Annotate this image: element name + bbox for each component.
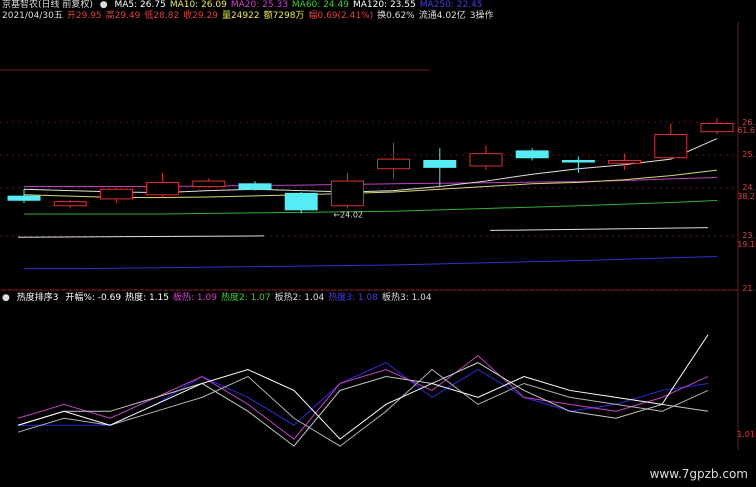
ma-label-2: MA20: 25.33 bbox=[230, 0, 288, 10]
info-field-7: 幅0.69(2.41%) bbox=[308, 11, 374, 21]
ma-label-1: MA10: 26.09 bbox=[169, 0, 227, 10]
candle-body bbox=[238, 183, 272, 190]
indicator-label-4: 板热2: 1.04 bbox=[274, 293, 325, 303]
board-heat-line bbox=[17, 355, 709, 440]
indicator-label-3: 热度2: 1.07 bbox=[220, 293, 271, 303]
info-field-1: 开29.95 bbox=[66, 11, 102, 21]
ma-label-4: MA120: 23.55 bbox=[352, 0, 416, 10]
candle-body bbox=[423, 160, 457, 168]
price-axis-label: 21. bbox=[742, 284, 755, 293]
indicator-line: ● 热度排序3 开幅%: -0.69 热度: 1.15 板热: 1.09 热度2: 1… bbox=[2, 293, 436, 304]
candle-body bbox=[377, 158, 411, 170]
kline-chart[interactable]: ←24.02 bbox=[0, 0, 756, 487]
heat-line bbox=[17, 334, 709, 440]
info-field-3: 低28.82 bbox=[144, 11, 180, 21]
indicator-name: 热度排序3 bbox=[16, 293, 59, 303]
price-axis-label: 19.1 bbox=[737, 240, 755, 249]
indicator-label-6: 板热3: 1.04 bbox=[381, 293, 432, 303]
indicator-settings-icon[interactable]: ● bbox=[2, 293, 10, 303]
candle-body bbox=[608, 160, 642, 164]
info-field-4: 收29.29 bbox=[183, 11, 218, 21]
indicator-label-5: 热度3: 1.08 bbox=[328, 293, 378, 303]
indicator-label-0: 开幅%: -0.69 bbox=[65, 293, 122, 303]
ma-label-3: MA60: 24.49 bbox=[291, 0, 349, 10]
candle-body bbox=[284, 192, 318, 211]
info-field-6: 额7298万 bbox=[263, 11, 305, 21]
price-axis-label: 38.2 bbox=[737, 192, 755, 201]
candle-body bbox=[700, 122, 734, 133]
info-field-0: 2021/04/30五 bbox=[2, 11, 63, 21]
price-axis-label: 24. bbox=[742, 183, 755, 192]
candle-body bbox=[561, 160, 595, 163]
price-axis-label: 1.01 bbox=[737, 430, 755, 439]
board-heat3-line bbox=[17, 362, 709, 447]
ma-label-0: MA5: 26.75 bbox=[114, 0, 166, 10]
ma20-line bbox=[24, 177, 718, 188]
info-field-10: 3操作 bbox=[469, 11, 494, 21]
low-annotation: ←24.02 bbox=[333, 210, 363, 219]
candle-body bbox=[469, 153, 503, 167]
header-line: 京基智农(日线 前复权) ● MA5: 26.75 MA10: 26.09 MA20… bbox=[2, 0, 486, 11]
price-axis-label: 25. bbox=[742, 150, 755, 159]
candle-body bbox=[330, 180, 364, 207]
ma60-line bbox=[24, 200, 718, 215]
candle-body bbox=[192, 180, 226, 188]
price-axis-label: 23. bbox=[742, 231, 755, 240]
stock-title: 京基智农(日线 前复权) bbox=[2, 0, 93, 10]
ma250-line bbox=[24, 255, 718, 270]
candle-body bbox=[654, 133, 688, 159]
watermark: www.7gpzb.com bbox=[649, 467, 748, 481]
candle-body bbox=[515, 150, 549, 159]
gear-icon[interactable]: ● bbox=[100, 0, 108, 10]
ma-label-5: MA250: 22.45 bbox=[419, 0, 483, 10]
ma120-line bbox=[489, 227, 709, 231]
candle-body bbox=[7, 195, 41, 201]
indicator-label-2: 板热: 1.09 bbox=[173, 293, 217, 303]
info-field-8: 换0.62% bbox=[377, 11, 415, 21]
indicator-label-1: 热度: 1.15 bbox=[125, 293, 170, 303]
heat3-line bbox=[18, 362, 709, 426]
candle-body bbox=[53, 201, 87, 207]
candle-body bbox=[99, 188, 133, 200]
info-field-2: 高29.49 bbox=[105, 11, 141, 21]
info-field-5: 量24922 bbox=[221, 11, 260, 21]
candle-body bbox=[146, 181, 180, 196]
info-line: 2021/04/30五 开29.95 高29.49 低28.82 收29.29 量2492… bbox=[2, 11, 498, 22]
info-field-9: 流通4.02亿 bbox=[418, 11, 466, 21]
price-axis-label: 61.6 bbox=[737, 126, 755, 135]
